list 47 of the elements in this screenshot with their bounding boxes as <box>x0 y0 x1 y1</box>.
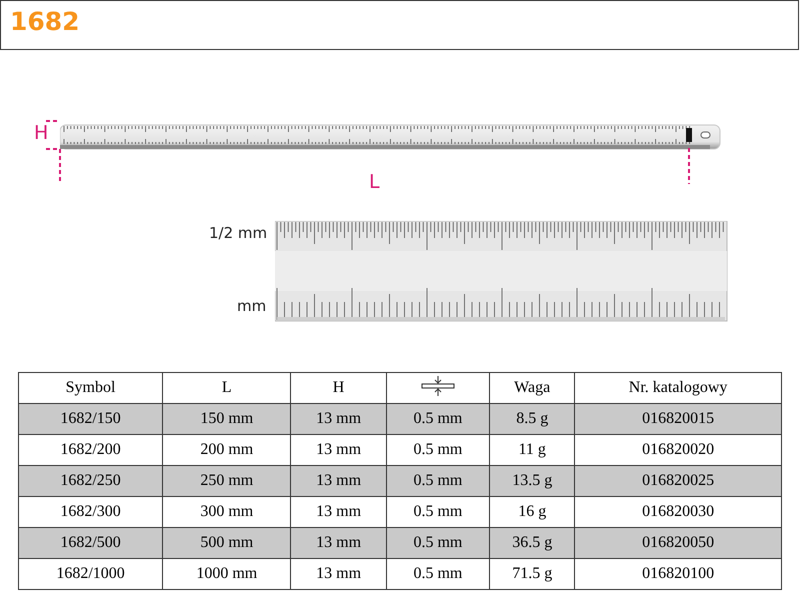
dimension-line <box>687 148 691 184</box>
length-label: L <box>369 171 380 193</box>
table-cell: 0.5 mm <box>413 503 462 520</box>
column-header: Symbol <box>66 379 116 396</box>
table-cell: 150 mm <box>200 410 254 427</box>
table-cell: 16 g <box>518 503 546 520</box>
scale-label: mm <box>237 297 266 315</box>
table-cell: 1682/250 <box>60 472 121 489</box>
scale-label: 1/2 mm <box>209 224 268 242</box>
table-cell: 300 mm <box>200 503 254 520</box>
table-cell: 250 mm <box>200 472 254 489</box>
table-cell: 8.5 g <box>516 410 548 427</box>
table-cell: 0.5 mm <box>413 565 462 582</box>
table-cell: 016820025 <box>642 472 714 489</box>
table-cell: 13 mm <box>316 410 362 427</box>
table-cell: 1682/1000 <box>56 565 125 582</box>
table-cell: 1682/200 <box>60 441 121 458</box>
product-number: 1682 <box>10 7 80 36</box>
table-cell: 0.5 mm <box>413 410 462 427</box>
table-cell: 016820050 <box>642 534 714 551</box>
table-cell: 13 mm <box>316 441 362 458</box>
table-cell: 016820030 <box>642 503 714 520</box>
table-cell: 36.5 g <box>512 534 552 551</box>
table-cell: 0.5 mm <box>413 472 462 489</box>
table-cell: 016820015 <box>642 410 714 427</box>
column-header: Nr. katalogowy <box>628 379 728 396</box>
table-cell: 0.5 mm <box>413 534 462 551</box>
table-cell: 13 mm <box>316 472 362 489</box>
table-cell: 1682/300 <box>60 503 121 520</box>
table-cell: 13 mm <box>316 565 362 582</box>
table-cell: 13 mm <box>316 534 362 551</box>
table-cell: 13.5 g <box>512 472 552 489</box>
table-cell: 200 mm <box>200 441 254 458</box>
table-cell: 1682/150 <box>60 410 121 427</box>
table-cell: 1000 mm <box>196 565 258 582</box>
table-cell: 11 g <box>518 441 546 458</box>
table-cell: 016820020 <box>642 441 714 458</box>
column-header: L <box>222 379 232 396</box>
table-cell: 1682/500 <box>60 534 121 551</box>
table-cell: 0.5 mm <box>413 441 462 458</box>
column-header: H <box>332 379 344 396</box>
table-cell: 71.5 g <box>512 565 552 582</box>
column-header: Waga <box>514 379 550 396</box>
table-cell: 500 mm <box>200 534 254 551</box>
table-cell: 016820100 <box>642 565 714 582</box>
height-label: H <box>34 122 48 144</box>
table-cell: 13 mm <box>316 503 362 520</box>
